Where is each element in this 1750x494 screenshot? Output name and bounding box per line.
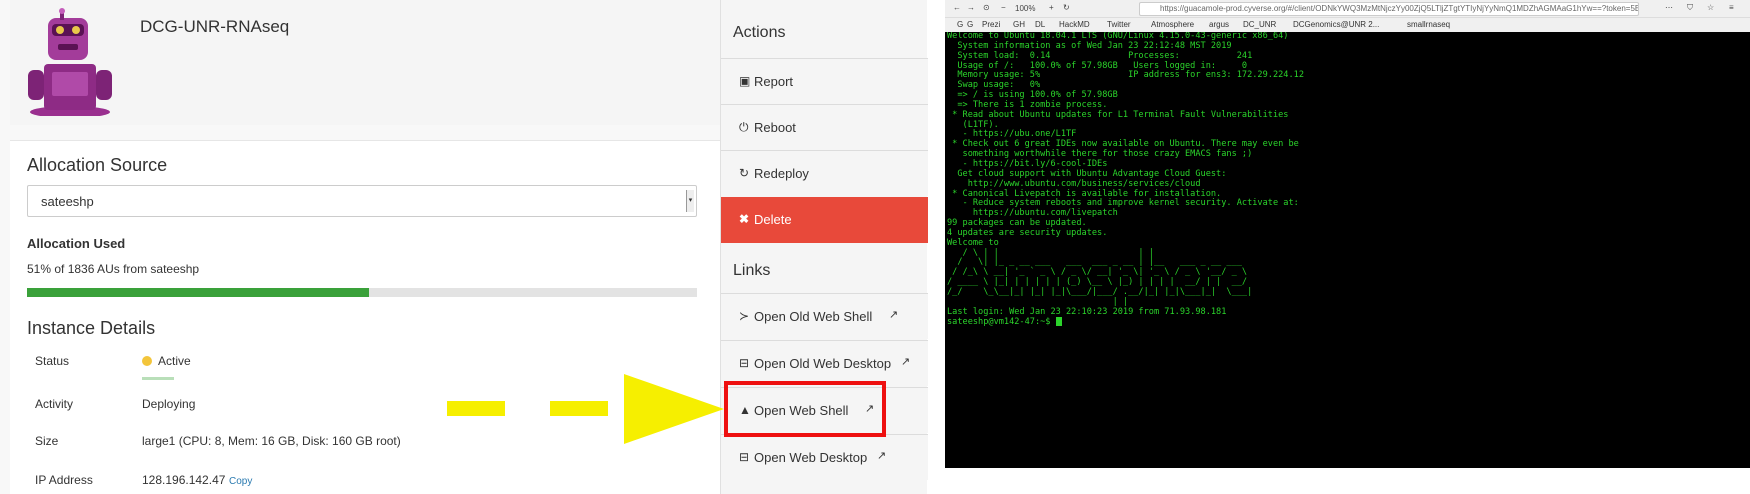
allocation-source-select[interactable]: sateeshp ▾ xyxy=(27,185,697,217)
arrow-dash xyxy=(550,401,608,416)
power-icon: ⏻ xyxy=(739,120,749,134)
report-label: Report xyxy=(754,74,794,89)
open-old-web-shell-label: Open Old Web Shell xyxy=(754,309,873,324)
terminal-line: Memory usage: 5% IP address for ens3: 17… xyxy=(947,70,1304,81)
open-web-desktop-link[interactable]: ⊟ Open Web Desktop ↗ xyxy=(721,434,928,480)
close-icon: ✖ xyxy=(739,212,750,226)
forward-icon[interactable]: → xyxy=(967,3,975,12)
terminal-line: sateeshp@vm142-47:~$ xyxy=(947,317,1750,328)
browser-window: ← → ⊙ − 100% + ↻ https://guacamole-prod.… xyxy=(945,0,1750,468)
bookmark-item[interactable]: Atmosphere xyxy=(1151,20,1194,29)
select-caret-icon: ▾ xyxy=(686,190,694,212)
allocation-source-title: Allocation Source xyxy=(27,155,168,175)
terminal-line: Last login: Wed Jan 23 22:10:23 2019 fro… xyxy=(947,306,1227,317)
zoom-level: 100% xyxy=(1015,4,1036,13)
desktop-icon: ⊟ xyxy=(739,356,750,370)
external-link-icon: ↗ xyxy=(889,309,899,321)
zoom-out-icon[interactable]: − xyxy=(1001,3,1006,12)
open-old-web-desktop-link[interactable]: ⊟ Open Old Web Desktop ↗ xyxy=(721,340,928,386)
reboot-button[interactable]: ⏻ Reboot xyxy=(721,104,928,150)
menu-icon[interactable]: ⋯ xyxy=(1665,3,1673,12)
instance-details-title: Instance Details xyxy=(27,318,156,338)
bookmark-item[interactable]: Twitter xyxy=(1107,20,1131,29)
open-web-desktop-label: Open Web Desktop xyxy=(754,450,868,465)
desktop-icon: ⊟ xyxy=(739,450,750,464)
allocation-used-text: 51% of 1836 AUs from sateeshp xyxy=(27,262,200,276)
zoom-in-icon[interactable]: + xyxy=(1049,3,1054,12)
shield-icon[interactable]: ⛉ xyxy=(1687,3,1693,13)
terminal-icon: ≻ xyxy=(739,309,750,323)
allocation-progress-fill xyxy=(27,288,369,297)
bookmark-item[interactable]: HackMD xyxy=(1059,20,1090,29)
arrow-dash xyxy=(447,401,505,416)
activity-value: Deploying xyxy=(142,397,196,411)
ip-address-value: 128.196.142.47 xyxy=(142,473,226,487)
allocation-used-title: Allocation Used xyxy=(27,236,126,251)
bookmark-item[interactable]: G xyxy=(957,20,963,29)
browser-toolbar: ← → ⊙ − 100% + ↻ https://guacamole-prod.… xyxy=(945,0,1750,18)
bookmarks-bar: G G Prezi GH DL HackMD Twitter Atmospher… xyxy=(945,18,1750,32)
bookmark-item[interactable]: DCGenomics@UNR 2... xyxy=(1293,20,1379,29)
bookmark-item[interactable]: Prezi xyxy=(982,20,1000,29)
cursor-icon xyxy=(1055,317,1062,327)
report-button[interactable]: ▣ Report xyxy=(721,58,928,104)
arrow-head-right-icon xyxy=(624,374,724,444)
status-progress-track xyxy=(142,377,174,380)
robot-avatar-icon xyxy=(28,8,112,116)
external-link-icon: ↗ xyxy=(901,356,911,368)
open-old-web-shell-link[interactable]: ≻ Open Old Web Shell ↗ xyxy=(721,293,928,339)
instance-panel: DCG-UNR-RNAseq Allocation Source sateesh… xyxy=(0,0,722,494)
size-value: large1 (CPU: 8, Mem: 16 GB, Disk: 160 GB… xyxy=(142,434,401,448)
highlight-box xyxy=(724,381,886,437)
ip-address-label: IP Address xyxy=(35,473,93,487)
redeploy-icon: ↻ xyxy=(739,166,750,180)
url-bar[interactable]: https://guacamole-prod.cyverse.org/#/cli… xyxy=(1139,2,1639,16)
hamburger-icon[interactable]: ≡ xyxy=(1729,3,1734,12)
delete-label: Delete xyxy=(754,212,792,227)
terminal-output: Welcome to Ubuntu 18.04.1 LTS (GNU/Linux… xyxy=(947,32,1750,328)
redeploy-label: Redeploy xyxy=(754,166,809,181)
copy-ip-link[interactable]: Copy xyxy=(229,476,252,487)
actions-title: Actions xyxy=(733,24,786,41)
back-icon[interactable]: ← xyxy=(953,3,961,12)
status-label: Status xyxy=(35,354,70,368)
instance-name: DCG-UNR-RNAseq xyxy=(140,17,290,36)
bookmark-item[interactable]: DC_UNR xyxy=(1243,20,1276,29)
open-old-web-desktop-label: Open Old Web Desktop xyxy=(754,356,892,371)
external-link-icon: ↗ xyxy=(877,450,887,462)
star-icon[interactable]: ☆ xyxy=(1707,3,1714,12)
terminal-line: 4 updates are security updates. xyxy=(947,227,1108,238)
bookmark-item[interactable]: GH xyxy=(1013,20,1025,29)
bookmark-item[interactable]: smallrnaseq xyxy=(1407,20,1450,29)
status-value: Active xyxy=(158,354,191,368)
size-label: Size xyxy=(35,434,59,448)
activity-label: Activity xyxy=(35,397,74,411)
bookmark-item[interactable]: DL xyxy=(1035,20,1045,29)
allocation-source-value: sateeshp xyxy=(41,194,94,209)
status-indicator-icon xyxy=(142,356,152,366)
screenshot-root: DCG-UNR-RNAseq Allocation Source sateesh… xyxy=(0,0,1750,494)
terminal-screen[interactable]: Welcome to Ubuntu 18.04.1 LTS (GNU/Linux… xyxy=(945,32,1750,468)
delete-button[interactable]: ✖ Delete xyxy=(721,197,928,243)
history-icon[interactable]: ⊙ xyxy=(983,3,990,12)
redeploy-button[interactable]: ↻ Redeploy xyxy=(721,150,928,196)
bookmark-item[interactable]: G xyxy=(967,20,973,29)
terminal-line: * Read about Ubuntu updates for L1 Termi… xyxy=(947,109,1289,120)
links-title: Links xyxy=(733,262,771,279)
report-icon: ▣ xyxy=(739,74,751,88)
bookmark-item[interactable]: argus xyxy=(1209,20,1229,29)
reload-icon[interactable]: ↻ xyxy=(1063,3,1070,12)
allocation-progress-bar xyxy=(27,288,697,297)
reboot-label: Reboot xyxy=(754,120,796,135)
